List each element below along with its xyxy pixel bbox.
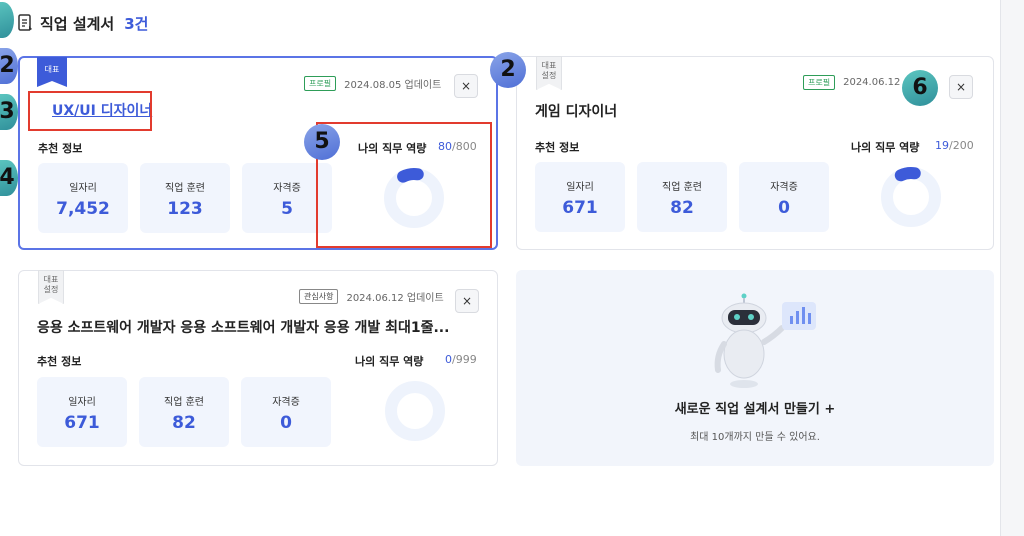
capability-value: 19/200 <box>935 139 974 152</box>
capability-highlight-box <box>316 122 492 248</box>
recommend-section-label: 추천 정보 <box>38 142 83 155</box>
stat-jobs[interactable]: 일자리 7,452 <box>38 163 128 233</box>
type-tag: 프로필 <box>304 76 337 91</box>
create-plan-card[interactable]: 새로운 직업 설계서 만들기 + 최대 10개까지 만들 수 있어요. <box>516 270 994 466</box>
close-button[interactable]: × <box>454 74 478 98</box>
capability-donut <box>385 381 445 441</box>
recommend-section-label: 추천 정보 <box>535 141 580 154</box>
callout-4: 4 <box>0 160 18 196</box>
card-meta: 프로필 2024.06.12 <box>803 75 900 90</box>
right-panel-edge <box>1000 0 1024 536</box>
capability-label: 나의 직무 역량 <box>355 355 424 368</box>
callout-2: 2 <box>0 48 18 84</box>
card-meta: 관심사항 2024.06.12 업데이트 <box>299 289 444 304</box>
callout-5: 5 <box>304 124 340 160</box>
stat-jobs[interactable]: 일자리 671 <box>535 162 625 232</box>
page-header: 직업 설계서 3건 <box>18 10 148 36</box>
set-representative-badge[interactable]: 대표 설정 <box>38 270 64 304</box>
document-list-icon <box>18 14 34 32</box>
create-plan-subtitle: 최대 10개까지 만들 수 있어요. <box>690 432 820 443</box>
update-date: 2024.08.05 업데이트 <box>344 80 442 91</box>
capability-value: 0/999 <box>445 353 477 366</box>
callout-2b: 2 <box>490 52 526 88</box>
capability-donut <box>881 167 941 227</box>
plan-title[interactable]: 게임 디자이너 <box>535 101 617 121</box>
plan-count: 3건 <box>124 14 149 33</box>
callout-6: 6 <box>902 70 938 106</box>
recommend-section-label: 추천 정보 <box>37 355 82 368</box>
create-plan-title[interactable]: 새로운 직업 설계서 만들기 + <box>516 398 994 417</box>
card-meta: 프로필 2024.08.05 업데이트 <box>304 76 441 91</box>
close-button[interactable]: × <box>455 289 479 313</box>
update-date: 2024.06.12 <box>843 77 901 88</box>
callout-3: 3 <box>0 94 18 130</box>
set-representative-badge[interactable]: 대표 설정 <box>536 56 562 90</box>
stat-training[interactable]: 직업 훈련 123 <box>140 163 230 233</box>
robot-illustration-icon <box>714 293 816 388</box>
plan-title[interactable]: 응용 소프트웨어 개발자 응용 소프트웨어 개발자 응용 개발 최대1줄... <box>37 317 449 337</box>
type-tag: 프로필 <box>803 75 836 90</box>
close-button[interactable]: × <box>949 75 973 99</box>
representative-badge: 대표 <box>37 57 67 87</box>
page-title: 직업 설계서 <box>40 14 115 33</box>
stat-training[interactable]: 직업 훈련 82 <box>637 162 727 232</box>
type-tag: 관심사항 <box>299 289 339 304</box>
stat-training[interactable]: 직업 훈련 82 <box>139 377 229 447</box>
plan-card-3[interactable]: 대표 설정 관심사항 2024.06.12 업데이트 × 응용 소프트웨어 개발… <box>18 270 498 466</box>
update-date: 2024.06.12 업데이트 <box>346 293 444 304</box>
stat-certificates[interactable]: 자격증 0 <box>739 162 829 232</box>
stat-jobs[interactable]: 일자리 671 <box>37 377 127 447</box>
callout-1: 1 <box>0 2 14 38</box>
title-highlight-box <box>28 91 152 131</box>
stat-certificates[interactable]: 자격증 0 <box>241 377 331 447</box>
capability-label: 나의 직무 역량 <box>851 141 920 154</box>
